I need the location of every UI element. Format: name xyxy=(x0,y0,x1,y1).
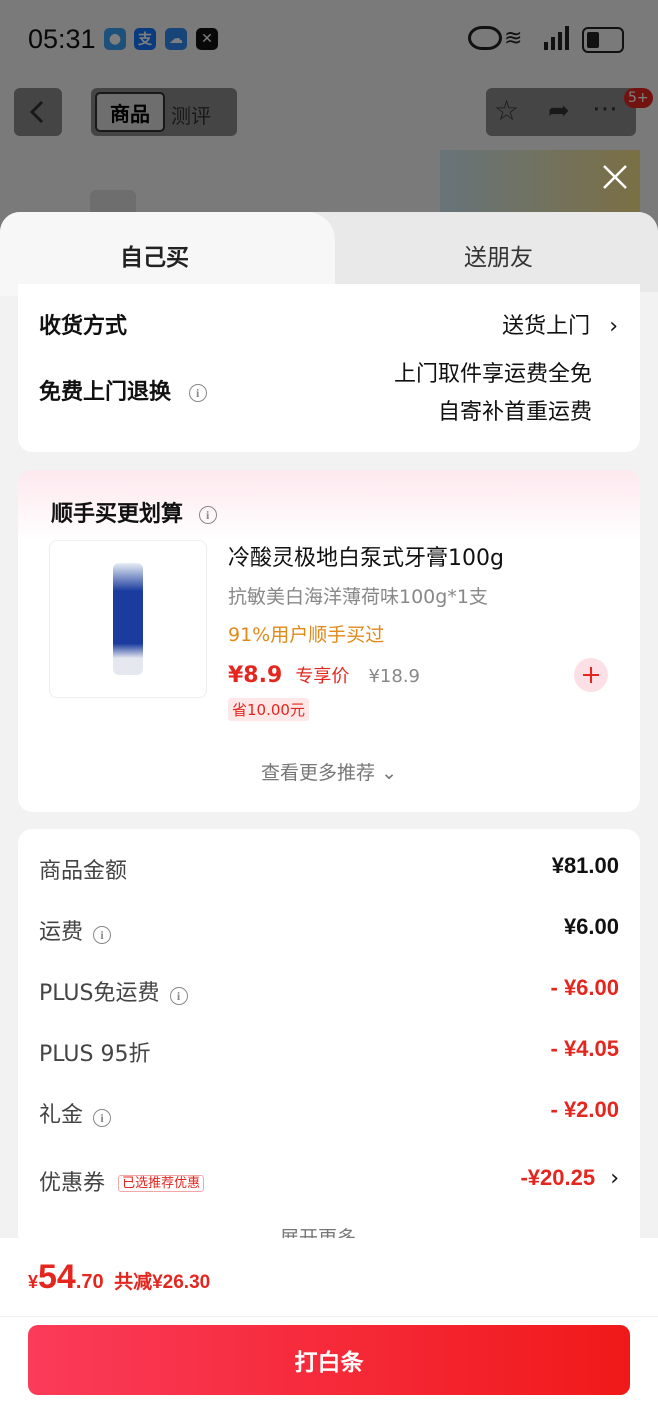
info-icon[interactable]: i xyxy=(188,384,207,402)
see-more-text: 查看更多推荐 xyxy=(261,762,376,784)
summary-row-value: ¥6.00 xyxy=(563,914,619,939)
summary-row-label: 礼金 xyxy=(39,1103,84,1128)
close-icon[interactable] xyxy=(600,162,630,192)
summary-row-value: - ¥2.00 xyxy=(550,1097,620,1122)
summary-row-label: PLUS免运费 xyxy=(39,981,160,1006)
chevron-down-icon: ⌄ xyxy=(381,762,397,784)
checkout-sheet: 自己买 送朋友 收货方式 送货上门 › 免费上门退换 i 上门取件享运费全免 自… xyxy=(0,212,658,1416)
product-spec: 抗敏美白海洋薄荷味100g*1支 xyxy=(228,586,488,608)
see-more-recommend[interactable]: 查看更多推荐 ⌄ xyxy=(18,758,640,785)
total-price: ¥54.70 共减¥26.30 xyxy=(28,1258,210,1297)
info-icon[interactable]: i xyxy=(198,506,217,524)
free-return-label: 免费上门退换 i xyxy=(39,374,207,406)
chevron-right-icon: › xyxy=(610,1166,619,1191)
coupon-label: 优惠券 xyxy=(39,1171,106,1196)
price-value: ¥8.9 xyxy=(228,663,283,688)
product-name[interactable]: 冷酸灵极地白泵式牙膏100g xyxy=(228,540,504,572)
summary-row-value: - ¥6.00 xyxy=(550,975,620,1000)
summary-row: PLUS 95折 - ¥4.05 xyxy=(39,1036,619,1072)
delivery-card: 收货方式 送货上门 › 免费上门退换 i 上门取件享运费全免 自寄补首重运费 xyxy=(18,284,640,452)
info-icon[interactable]: i xyxy=(93,925,112,944)
save-badge: 省10.00元 xyxy=(228,698,309,721)
pay-baitiao-button[interactable]: 打白条 xyxy=(28,1325,630,1395)
add-to-cart-button[interactable] xyxy=(574,658,608,692)
summary-row: 礼金 i - ¥2.00 xyxy=(39,1097,619,1133)
total-reduced: 共减¥26.30 xyxy=(114,1272,211,1293)
original-price: ¥18.9 xyxy=(368,666,420,687)
product-price: ¥8.9 专享价 ¥18.9 xyxy=(228,662,420,688)
product-social-proof: 91%用户顺手买过 xyxy=(228,624,385,646)
free-return-line1: 上门取件享运费全免 xyxy=(393,362,592,387)
recommend-card: 顺手买更划算 i 冷酸灵极地白泵式牙膏100g 抗敏美白海洋薄荷味100g*1支… xyxy=(18,470,640,812)
total-dec: .70 xyxy=(75,1271,104,1293)
summary-row-label: 商品金额 xyxy=(39,859,128,884)
divider xyxy=(0,1316,658,1317)
price-tag: 专享价 xyxy=(295,666,350,687)
summary-row-label: PLUS 95折 xyxy=(39,1042,151,1067)
summary-row: 运费 i ¥6.00 xyxy=(39,914,619,950)
plus-icon xyxy=(583,667,599,683)
recommend-title: 顺手买更划算 i xyxy=(51,496,217,528)
coupon-value-text: -¥20.25 xyxy=(520,1165,596,1190)
summary-row-value: ¥81.00 xyxy=(551,853,619,878)
summary-row-label: 运费 xyxy=(39,920,84,945)
info-icon[interactable]: i xyxy=(169,986,188,1005)
summary-row: PLUS免运费 i - ¥6.00 xyxy=(39,975,619,1011)
summary-row-value: - ¥4.05 xyxy=(550,1036,620,1061)
delivery-method-value[interactable]: 送货上门 › xyxy=(502,308,618,340)
total-int: 54 xyxy=(38,1258,76,1296)
price-summary-card: 商品金额 ¥81.00 运费 i ¥6.00 PLUS免运费 i - ¥6.00 PLUS 95… xyxy=(18,829,640,1259)
delivery-method-text: 送货上门 xyxy=(502,314,591,339)
toothpaste-image xyxy=(113,563,143,675)
summary-row: 商品金额 ¥81.00 xyxy=(39,853,619,889)
free-return-line2: 自寄补首重运费 xyxy=(437,400,592,425)
chevron-right-icon: › xyxy=(609,314,618,339)
coupon-badge: 已选推荐优惠 xyxy=(118,1175,205,1192)
free-return-text: 免费上门退换 xyxy=(39,380,172,405)
info-icon[interactable]: i xyxy=(93,1108,112,1127)
coupon-value: -¥20.25 › xyxy=(520,1165,619,1191)
total-currency: ¥ xyxy=(28,1272,39,1292)
tab-buy-self-label: 自己买 xyxy=(120,245,189,271)
recommend-title-text: 顺手买更划算 xyxy=(51,502,184,527)
product-image[interactable] xyxy=(49,540,207,698)
coupon-row[interactable]: 优惠券 已选推荐优惠 -¥20.25 › xyxy=(39,1165,619,1201)
delivery-method-label: 收货方式 xyxy=(39,314,128,339)
tab-gift[interactable]: 送朋友 xyxy=(464,238,533,272)
